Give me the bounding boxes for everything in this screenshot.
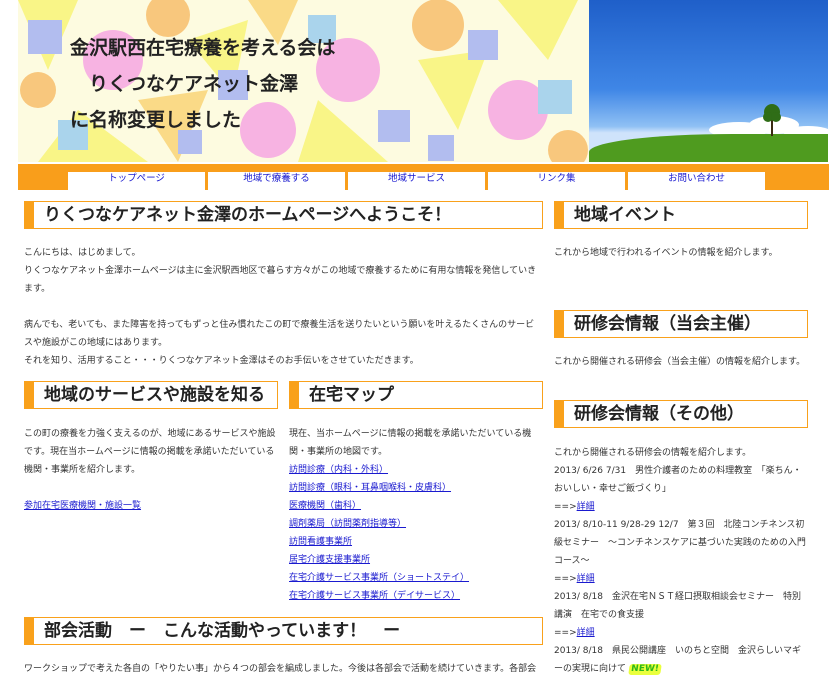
bukai-text: ワークショップで考えた各自の「やりたい事」から４つの部会を編成しました。今後は各… bbox=[24, 664, 537, 674]
training-entry-arrow: ==> bbox=[554, 502, 577, 512]
map-link-pharmacy[interactable]: 調剤薬局（訪問薬剤指導等） bbox=[289, 515, 543, 533]
training-entry-text: 2013/ 8/18 県民公開講座 いのちと空間 金沢らしいマギーの実現に向けて bbox=[554, 646, 802, 674]
site-title-line-2: りくつなケアネット金澤 bbox=[70, 73, 299, 95]
nav-item-links[interactable]: リンク集 bbox=[488, 172, 625, 190]
services-facility-list-link[interactable]: 参加在宅医療機関・施設一覧 bbox=[24, 497, 278, 515]
training-entry-detail-link[interactable]: 詳細 bbox=[577, 628, 595, 638]
nav-item-local-services[interactable]: 地域サービス bbox=[348, 172, 485, 190]
map-link-visiting-nurse[interactable]: 訪問看護事業所 bbox=[289, 533, 543, 551]
header-landscape-image bbox=[589, 0, 828, 162]
services-heading: 地域のサービスや施設を知る bbox=[24, 381, 278, 409]
training-entry-text: 2013/ 8/10-11 9/28-29 12/7 第３回 北陸コンチネンス初… bbox=[554, 520, 806, 566]
site-title-line-3: に名称変更しました bbox=[70, 109, 242, 131]
training-entry-arrow: ==> bbox=[554, 574, 577, 584]
training-entry: 2013/ 8/18 金沢在宅ＮＳＴ経口摂取相談会セミナー 特別講演 在宅での食… bbox=[554, 588, 808, 642]
training-entry-detail-link[interactable]: 詳細 bbox=[577, 574, 595, 584]
map-section: 現在、当ホームページに情報の掲載を承諾いただいている機関・事業所の地図です。 訪… bbox=[289, 425, 543, 605]
training-entry-arrow: ==> bbox=[554, 628, 577, 638]
nav-item-top[interactable]: トップページ bbox=[68, 172, 205, 190]
training-own-heading: 研修会情報（当会主催） bbox=[554, 310, 808, 338]
welcome-paragraph-1: こんにちは、はじめまして。 bbox=[24, 248, 141, 258]
training-own-text: これから開催される研修会（当会主催）の情報を紹介します。 bbox=[554, 357, 806, 367]
services-text: この町の療養を力強く支えるのが、地域にあるサービスや施設です。現在当ホームページ… bbox=[24, 429, 276, 475]
welcome-paragraph-2: りくつなケアネット金澤ホームページは主に金沢駅西地区で暮らす方々がこの地域で療養… bbox=[24, 266, 537, 294]
nav-item-contact[interactable]: お問い合わせ bbox=[628, 172, 765, 190]
training-entry-text: 2013/ 6/26 7/31 男性介護者のための料理教室 「楽ちん・おいしい・… bbox=[554, 466, 802, 494]
training-other-intro: これから開催される研修会の情報を紹介します。 bbox=[554, 448, 752, 458]
map-link-short-stay[interactable]: 在宅介護サービス事業所（ショートステイ） bbox=[289, 569, 543, 587]
site-title: 金沢駅西在宅療養を考える会は りくつなケアネット金澤 に名称変更しました bbox=[70, 30, 335, 138]
map-text: 現在、当ホームページに情報の掲載を承諾いただいている機関・事業所の地図です。 bbox=[289, 429, 532, 457]
events-text: これから地域で行われるイベントの情報を紹介します。 bbox=[554, 248, 778, 258]
services-section: この町の療養を力強く支えるのが、地域にあるサービスや施設です。現在当ホームページ… bbox=[24, 425, 278, 515]
training-other-section: これから開催される研修会の情報を紹介します。 2013/ 6/26 7/31 男… bbox=[554, 444, 808, 678]
training-entry: 2013/ 8/10-11 9/28-29 12/7 第３回 北陸コンチネンス初… bbox=[554, 516, 808, 588]
map-link-home-visit-internal[interactable]: 訪問診療（内科・外科） bbox=[289, 461, 543, 479]
map-link-care-support[interactable]: 居宅介護支援事業所 bbox=[289, 551, 543, 569]
bukai-heading: 部会活動 ー こんな活動やっています！ ー bbox=[24, 617, 543, 645]
new-badge: NEW! bbox=[628, 664, 662, 675]
main-navigation: トップページ 地域で療養する 地域サービス リンク集 お問い合わせ bbox=[18, 164, 829, 190]
map-link-day-service[interactable]: 在宅介護サービス事業所（デイサービス） bbox=[289, 587, 543, 605]
map-link-dental[interactable]: 医療機関（歯科） bbox=[289, 497, 543, 515]
map-link-home-visit-specialist[interactable]: 訪問診療（眼科・耳鼻咽喉科・皮膚科） bbox=[289, 479, 543, 497]
site-title-line-1: 金沢駅西在宅療養を考える会は bbox=[70, 37, 336, 59]
welcome-text: こんにちは、はじめまして。 りくつなケアネット金澤ホームページは主に金沢駅西地区… bbox=[24, 244, 542, 370]
welcome-paragraph-3: 病んでも、老いても、また障害を持ってもずっと住み慣れたこの町で療養生活を送りたい… bbox=[24, 320, 535, 348]
nav-item-local-care[interactable]: 地域で療養する bbox=[208, 172, 345, 190]
events-heading: 地域イベント bbox=[554, 201, 808, 229]
welcome-paragraph-4: それを知り、活用すること・・・りくつなケアネット金澤はそのお手伝いをさせていただ… bbox=[24, 356, 419, 366]
map-heading: 在宅マップ bbox=[289, 381, 543, 409]
training-entry-detail-link[interactable]: 詳細 bbox=[577, 502, 595, 512]
welcome-heading: りくつなケアネット金澤のホームページへようこそ！ bbox=[24, 201, 543, 229]
site-header: 金沢駅西在宅療養を考える会は りくつなケアネット金澤 に名称変更しました bbox=[18, 0, 828, 162]
training-entry: 2013/ 8/18 県民公開講座 いのちと空間 金沢らしいマギーの実現に向けて… bbox=[554, 642, 808, 678]
training-entry-text: 2013/ 8/18 金沢在宅ＮＳＴ経口摂取相談会セミナー 特別講演 在宅での食… bbox=[554, 592, 802, 620]
training-entry: 2013/ 6/26 7/31 男性介護者のための料理教室 「楽ちん・おいしい・… bbox=[554, 462, 808, 516]
training-other-heading: 研修会情報（その他） bbox=[554, 400, 808, 428]
